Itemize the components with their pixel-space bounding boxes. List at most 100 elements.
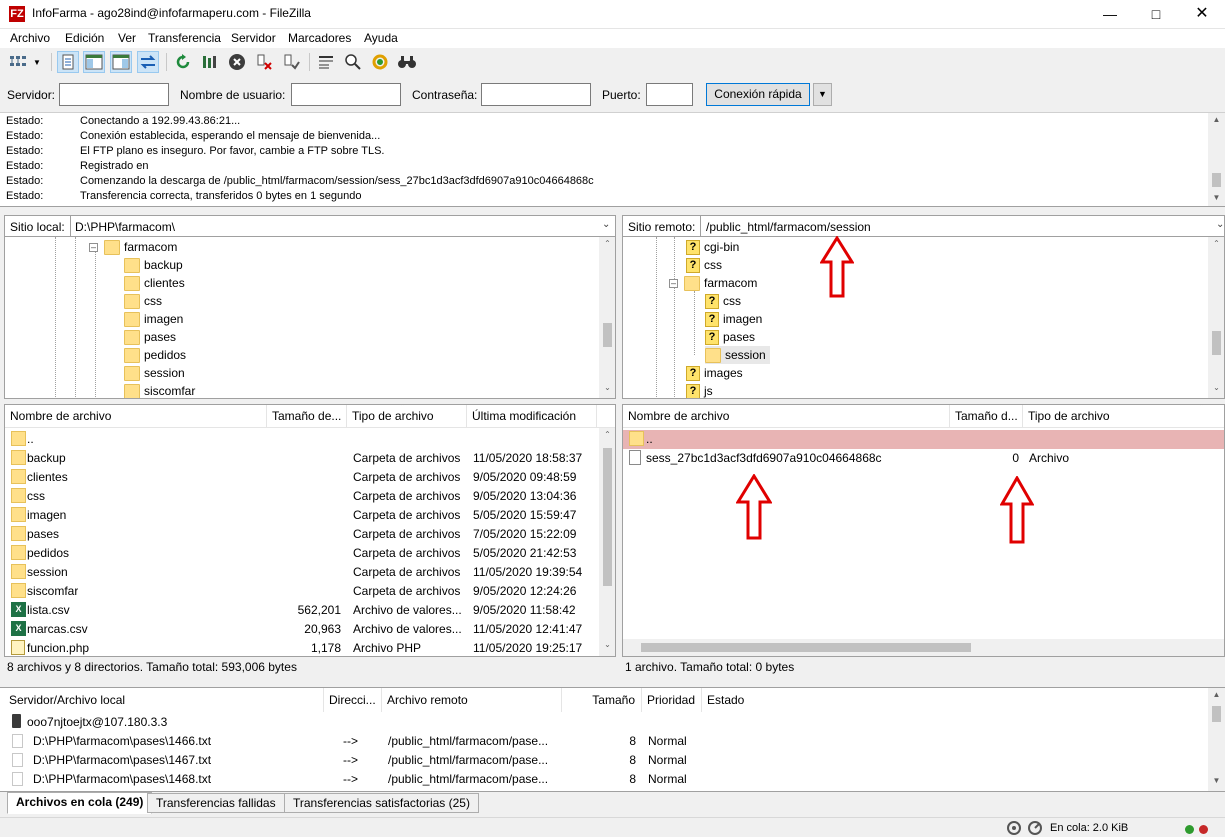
toggle-local-tree-icon[interactable]: [83, 51, 105, 73]
local-file-row[interactable]: funcion.php 1,178 Archivo PHP 11/05/2020 19…: [5, 639, 595, 656]
tree-item-imagen[interactable]: ? imagen: [705, 310, 762, 328]
tree-item[interactable]: clientes: [124, 274, 185, 292]
local-file-row[interactable]: ..: [5, 430, 595, 449]
scroll-up-icon[interactable]: ▲: [1208, 115, 1225, 124]
compare-icon[interactable]: [342, 51, 364, 73]
column-header-size[interactable]: Tamaño d...: [950, 405, 1023, 428]
queue-item-row[interactable]: D:\PHP\farmacom\pases\1468.txt --> /public…: [0, 770, 1210, 789]
scroll-thumb[interactable]: [603, 323, 612, 347]
tree-item[interactable]: siscomfar: [124, 382, 195, 398]
queue-header-direction[interactable]: Direcci...: [324, 688, 382, 712]
close-button[interactable]: ✕: [1179, 0, 1225, 29]
remote-list-hscrollbar[interactable]: [623, 639, 1224, 656]
server-input[interactable]: [59, 83, 169, 106]
local-file-row[interactable]: pedidos Carpeta de archivos 5/05/2020 21:4…: [5, 544, 595, 563]
queue-header-size[interactable]: Tamaño: [562, 688, 642, 712]
cancel-icon[interactable]: [226, 51, 248, 73]
local-file-row[interactable]: Xlista.csv 562,201 Archivo de valores... 9/…: [5, 601, 595, 620]
queue-item-row[interactable]: D:\PHP\farmacom\pases\1466.txt --> /public…: [0, 732, 1210, 751]
chevron-down-icon[interactable]: ⌄: [1216, 219, 1224, 230]
scroll-down-icon[interactable]: ⌄: [599, 640, 615, 649]
local-file-row[interactable]: siscomfar Carpeta de archivos 9/05/2020 12…: [5, 582, 595, 601]
tree-item[interactable]: pases: [124, 328, 176, 346]
sync-browse-icon[interactable]: [369, 51, 391, 73]
column-header-size[interactable]: Tamaño de...: [267, 405, 347, 428]
scroll-up-icon[interactable]: ⌃: [599, 239, 615, 248]
column-header-type[interactable]: Tipo de archivo: [347, 405, 467, 428]
port-input[interactable]: [646, 83, 693, 106]
scroll-up-icon[interactable]: ⌃: [1208, 239, 1224, 248]
local-tree-scrollbar[interactable]: ⌃ ⌄: [599, 237, 615, 398]
scroll-thumb[interactable]: [641, 643, 971, 652]
gear-icon[interactable]: [1006, 820, 1022, 836]
queue-header-local[interactable]: Servidor/Archivo local: [4, 688, 324, 712]
scroll-down-icon[interactable]: ▼: [1208, 193, 1225, 202]
tree-item-farmacom[interactable]: – farmacom: [89, 238, 177, 256]
queue-scrollbar[interactable]: ▲ ▼: [1208, 688, 1225, 791]
menu-ayuda[interactable]: Ayuda: [364, 31, 398, 45]
local-file-row[interactable]: clientes Carpeta de archivos 9/05/2020 09:…: [5, 468, 595, 487]
column-header-name[interactable]: Nombre de archivo: [623, 405, 950, 428]
tab-successful-transfers[interactable]: Transferencias satisfactorias (25): [284, 793, 479, 813]
filter-icon[interactable]: [315, 51, 337, 73]
tree-item-css[interactable]: ? css: [705, 292, 741, 310]
minimize-button[interactable]: —: [1087, 0, 1133, 29]
quickconnect-button[interactable]: Conexión rápida: [706, 83, 810, 106]
column-header-name[interactable]: Nombre de archivo: [5, 405, 267, 428]
scroll-down-icon[interactable]: ⌄: [599, 383, 615, 392]
scroll-down-icon[interactable]: ⌄: [1208, 383, 1224, 392]
queue-server-row[interactable]: ooo7njtoejtx@107.180.3.3: [0, 713, 1210, 732]
scroll-down-icon[interactable]: ▼: [1208, 776, 1225, 785]
tree-item[interactable]: backup: [124, 256, 183, 274]
menu-transferencia[interactable]: Transferencia: [148, 31, 221, 45]
tree-item-js[interactable]: ? js: [686, 382, 713, 398]
tree-item-cgi-bin[interactable]: ? cgi-bin: [686, 238, 739, 256]
reconnect-icon[interactable]: [280, 51, 302, 73]
tree-item-css[interactable]: ? css: [686, 256, 722, 274]
local-list-scrollbar[interactable]: ⌃ ⌄: [599, 428, 615, 656]
tree-item[interactable]: css: [124, 292, 162, 310]
column-header-modified[interactable]: Última modificación: [467, 405, 597, 428]
tree-item[interactable]: imagen: [124, 310, 183, 328]
log-scrollbar[interactable]: ▲ ▼: [1208, 113, 1225, 206]
tab-failed-transfers[interactable]: Transferencias fallidas: [147, 793, 285, 813]
menu-edicion[interactable]: Edición: [65, 31, 104, 45]
quickconnect-dropdown-button[interactable]: ▼: [813, 83, 832, 106]
scroll-thumb[interactable]: [1212, 706, 1221, 722]
menu-servidor[interactable]: Servidor: [231, 31, 276, 45]
local-file-row[interactable]: imagen Carpeta de archivos 5/05/2020 15:59…: [5, 506, 595, 525]
collapse-icon[interactable]: –: [89, 242, 98, 252]
tree-item-session-selected[interactable]: session: [705, 346, 770, 364]
queue-header-remote[interactable]: Archivo remoto: [382, 688, 562, 712]
queue-header-priority[interactable]: Prioridad: [642, 688, 702, 712]
search-icon[interactable]: [396, 51, 418, 73]
tab-queued-files[interactable]: Archivos en cola (249): [7, 792, 153, 814]
local-path-input[interactable]: D:\PHP\farmacom\: [75, 220, 175, 234]
queue-item-row[interactable]: D:\PHP\farmacom\pases\1467.txt --> /public…: [0, 751, 1210, 770]
scroll-up-icon[interactable]: ▲: [1208, 690, 1225, 699]
maximize-button[interactable]: □: [1133, 0, 1179, 29]
tree-item-pases[interactable]: ? pases: [705, 328, 755, 346]
scroll-up-icon[interactable]: ⌃: [599, 430, 615, 439]
remote-path-input[interactable]: /public_html/farmacom/session: [706, 220, 871, 234]
username-input[interactable]: [291, 83, 401, 106]
local-file-row[interactable]: backup Carpeta de archivos 11/05/2020 18:5…: [5, 449, 595, 468]
remote-tree-scrollbar[interactable]: ⌃ ⌄: [1208, 237, 1224, 398]
remote-file-row[interactable]: sess_27bc1d3acf3dfd6907a910c04664868c 0 Ar…: [623, 449, 1224, 468]
toggle-remote-tree-icon[interactable]: [110, 51, 132, 73]
local-file-row[interactable]: session Carpeta de archivos 11/05/2020 19:…: [5, 563, 595, 582]
menu-marcadores[interactable]: Marcadores: [288, 31, 351, 45]
queue-header-status[interactable]: Estado: [702, 688, 1208, 712]
password-input[interactable]: [481, 83, 591, 106]
column-header-type[interactable]: Tipo de archivo: [1023, 405, 1223, 428]
scroll-thumb[interactable]: [1212, 331, 1221, 355]
menu-archivo[interactable]: Archivo: [10, 31, 50, 45]
refresh-icon[interactable]: [172, 51, 194, 73]
tree-item[interactable]: pedidos: [124, 346, 186, 364]
chevron-down-icon[interactable]: ▼: [30, 51, 44, 73]
collapse-icon[interactable]: –: [669, 278, 678, 288]
scroll-thumb[interactable]: [603, 448, 612, 586]
tree-item-images[interactable]: ? images: [686, 364, 743, 382]
tree-item-farmacom[interactable]: – farmacom: [669, 274, 757, 292]
tree-item[interactable]: session: [124, 364, 185, 382]
